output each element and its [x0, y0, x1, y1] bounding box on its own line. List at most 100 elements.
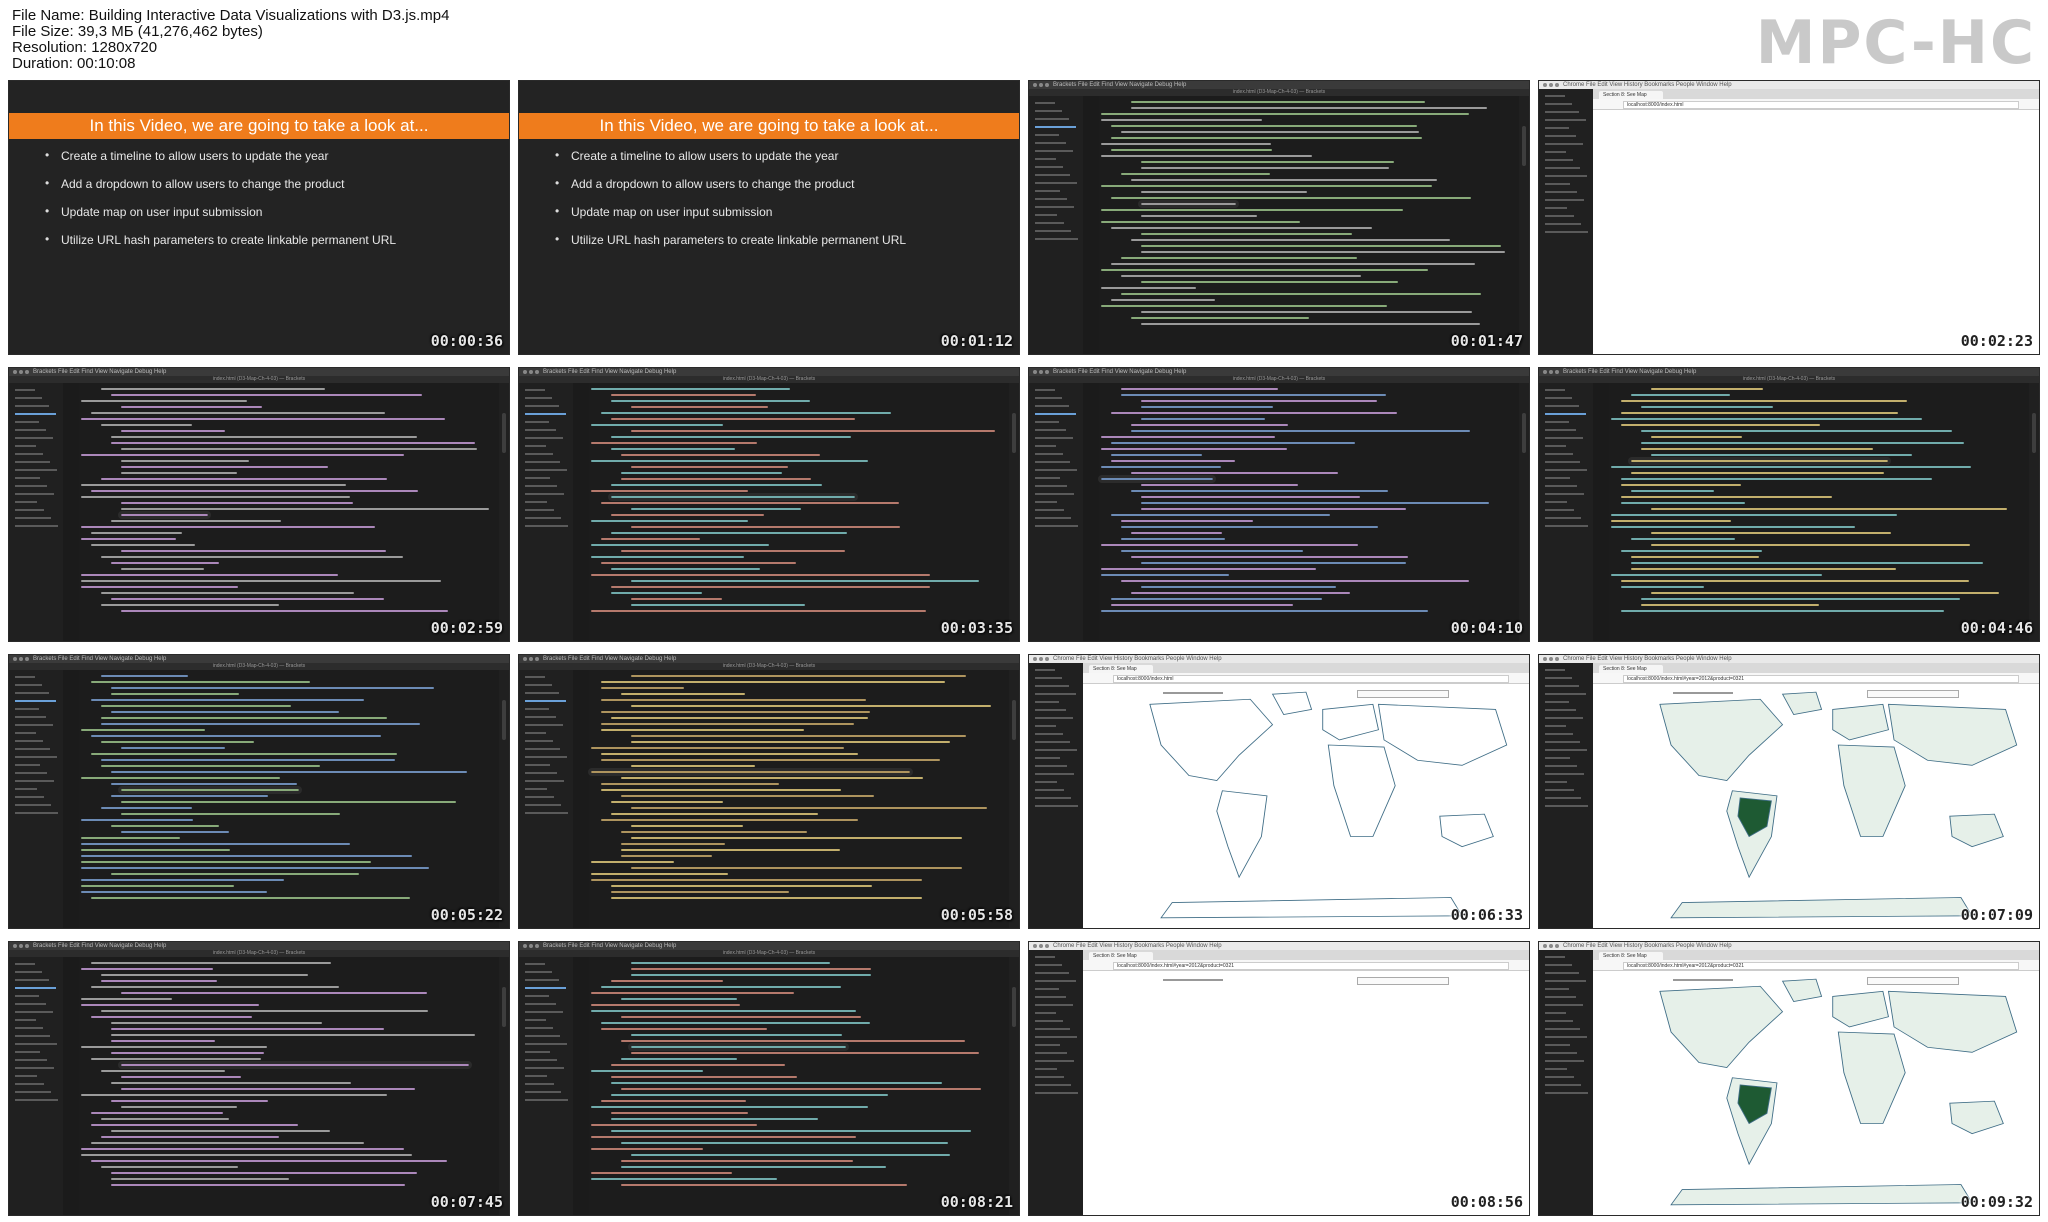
code-editor[interactable] — [81, 962, 495, 1205]
file-tree-item[interactable] — [15, 812, 58, 814]
file-tree-item[interactable] — [15, 1043, 57, 1045]
window-controls-icon[interactable] — [523, 944, 527, 948]
file-tree-item[interactable] — [525, 700, 566, 702]
file-tree-item[interactable] — [15, 724, 53, 726]
file-tree-item[interactable] — [525, 780, 564, 782]
scrollbar-thumb[interactable] — [1012, 700, 1016, 740]
country-europe[interactable] — [1322, 703, 1379, 741]
file-tree-item[interactable] — [15, 525, 58, 527]
country-south-america[interactable] — [1216, 790, 1268, 879]
file-tree-item[interactable] — [1545, 389, 1565, 391]
file-tree-item[interactable] — [15, 1011, 53, 1013]
file-tree-item[interactable] — [525, 979, 559, 981]
file-tree-item[interactable] — [525, 756, 567, 758]
file-tree-item[interactable] — [15, 1091, 51, 1093]
file-tree-item[interactable] — [525, 437, 563, 439]
file-tree-item[interactable] — [1035, 166, 1063, 168]
product-dropdown[interactable] — [1357, 977, 1449, 985]
video-thumbnail[interactable]: Brackets File Edit Find View Navigate De… — [518, 654, 1020, 929]
video-thumbnail[interactable]: Brackets File Edit Find View Navigate De… — [1028, 367, 1530, 642]
window-controls-icon[interactable] — [1033, 657, 1037, 661]
file-tree-item[interactable] — [15, 509, 44, 511]
file-tree-item[interactable] — [15, 772, 47, 774]
file-tree-item[interactable] — [1035, 461, 1070, 463]
file-tree-item[interactable] — [15, 1051, 40, 1053]
video-thumbnail[interactable]: In this Video, we are going to take a lo… — [8, 80, 510, 355]
scrollbar-thumb[interactable] — [2032, 413, 2036, 453]
editor-scrollbar[interactable] — [1519, 96, 1529, 354]
scrollbar-thumb[interactable] — [1522, 126, 1526, 166]
editor-scrollbar[interactable] — [1009, 957, 1019, 1215]
window-controls-icon[interactable] — [1543, 370, 1547, 374]
file-tree-item[interactable] — [1545, 413, 1586, 415]
file-tree-item[interactable] — [15, 995, 39, 997]
file-tree-item[interactable] — [15, 692, 49, 694]
country-antarctica[interactable] — [1160, 897, 1463, 919]
file-tree-item[interactable] — [15, 477, 40, 479]
product-dropdown[interactable] — [1867, 690, 1959, 698]
file-tree-item[interactable] — [525, 477, 550, 479]
file-tree-item[interactable] — [525, 525, 568, 527]
file-tree-item[interactable] — [1035, 453, 1063, 455]
file-tree-item[interactable] — [15, 1099, 58, 1101]
file-tree-item[interactable] — [525, 509, 554, 511]
file-tree-item[interactable] — [1035, 238, 1078, 240]
file-tree-item[interactable] — [525, 708, 549, 710]
country-north-america[interactable] — [1149, 698, 1274, 782]
file-tree-item[interactable] — [15, 1083, 44, 1085]
file-tree-item[interactable] — [1035, 134, 1059, 136]
file-tree-item[interactable] — [525, 812, 568, 814]
file-tree-item[interactable] — [1545, 445, 1566, 447]
file-tree-item[interactable] — [1035, 142, 1066, 144]
scrollbar-thumb[interactable] — [1522, 413, 1526, 453]
file-tree-item[interactable] — [1035, 102, 1055, 104]
file-tree-item[interactable] — [525, 405, 559, 407]
video-thumbnail[interactable]: Chrome File Edit View History Bookmarks … — [1538, 941, 2040, 1216]
scrollbar-thumb[interactable] — [502, 987, 506, 1027]
file-tree-item[interactable] — [525, 493, 564, 495]
file-tree-item[interactable] — [1545, 525, 1588, 527]
file-tree-item[interactable] — [1035, 214, 1057, 216]
file-tree-item[interactable] — [525, 987, 566, 989]
file-tree-item[interactable] — [1035, 118, 1069, 120]
video-thumbnail[interactable]: Brackets File Edit Find View Navigate De… — [8, 367, 510, 642]
address-bar[interactable]: localhost:8000/index.html — [1113, 675, 1509, 683]
editor-scrollbar[interactable] — [499, 383, 509, 641]
file-tree-item[interactable] — [525, 397, 552, 399]
code-editor[interactable] — [1101, 101, 1515, 344]
video-thumbnail[interactable]: Chrome File Edit View History Bookmarks … — [1028, 654, 1530, 929]
file-tree-item[interactable] — [15, 517, 51, 519]
file-tree-item[interactable] — [1035, 501, 1057, 503]
file-tree-item[interactable] — [525, 1067, 564, 1069]
file-tree-item[interactable] — [525, 1099, 568, 1101]
address-bar[interactable]: localhost:8000/index.html#year=2012&prod… — [1623, 675, 2019, 683]
file-tree-item[interactable] — [1545, 453, 1573, 455]
country-north-america[interactable] — [1659, 698, 1784, 782]
code-editor[interactable] — [81, 388, 495, 631]
file-tree-item[interactable] — [1545, 421, 1569, 423]
file-tree-item[interactable] — [1545, 437, 1583, 439]
file-tree-item[interactable] — [525, 971, 552, 973]
file-tree-item[interactable] — [1035, 405, 1069, 407]
file-tree-item[interactable] — [1035, 206, 1074, 208]
file-tree-item[interactable] — [1035, 158, 1056, 160]
editor-scrollbar[interactable] — [499, 957, 509, 1215]
file-tree-item[interactable] — [1035, 222, 1064, 224]
scrollbar-thumb[interactable] — [502, 413, 506, 453]
file-tree-item[interactable] — [15, 1027, 43, 1029]
country-asia[interactable] — [1377, 703, 1508, 766]
file-tree-item[interactable] — [15, 716, 46, 718]
file-tree-item[interactable] — [525, 445, 546, 447]
file-tree-item[interactable] — [525, 1043, 567, 1045]
file-tree-item[interactable] — [15, 1067, 54, 1069]
window-controls-icon[interactable] — [1543, 83, 1547, 87]
window-controls-icon[interactable] — [1033, 83, 1037, 87]
file-tree-item[interactable] — [15, 788, 37, 790]
scrollbar-thumb[interactable] — [1012, 987, 1016, 1027]
file-tree-item[interactable] — [525, 517, 561, 519]
file-tree-item[interactable] — [15, 780, 54, 782]
country-asia[interactable] — [1887, 990, 2018, 1053]
file-tree-item[interactable] — [525, 732, 546, 734]
file-tree-item[interactable] — [15, 421, 39, 423]
scrollbar-thumb[interactable] — [1012, 413, 1016, 453]
